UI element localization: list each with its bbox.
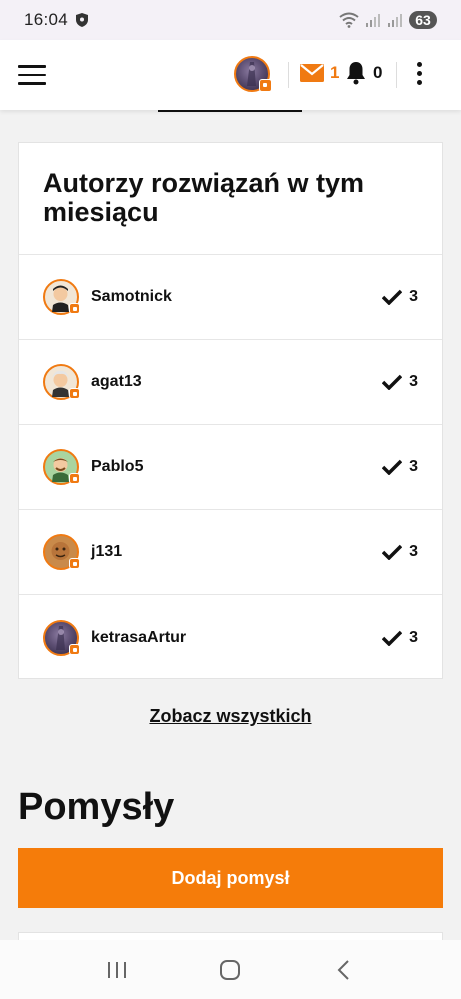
solution-count-value: 3 — [409, 628, 418, 646]
notifications-button[interactable]: 0 — [346, 61, 382, 85]
see-all-link[interactable]: Zobacz wszystkich — [0, 706, 461, 727]
author-row[interactable]: j131 3 — [19, 510, 442, 595]
checkmark-icon — [382, 630, 403, 646]
status-bar: 16:04 63 — [0, 0, 461, 40]
menu-icon[interactable] — [18, 65, 46, 85]
author-name: agat13 — [91, 373, 142, 390]
author-avatar — [43, 534, 80, 570]
rank-badge-icon — [69, 303, 80, 314]
wifi-icon — [339, 12, 359, 28]
card-title: Autorzy rozwiązań w tym miesiącu — [19, 143, 442, 255]
status-time: 16:04 — [24, 10, 69, 29]
home-icon[interactable] — [210, 955, 250, 985]
recent-apps-icon[interactable] — [97, 955, 137, 985]
rank-badge-icon — [69, 558, 80, 569]
solution-count: 3 — [382, 629, 418, 647]
checkmark-icon — [382, 544, 403, 560]
solution-count: 3 — [382, 458, 418, 476]
solution-count-value: 3 — [409, 288, 418, 305]
rank-badge-icon — [259, 79, 272, 92]
author-avatar — [43, 364, 80, 400]
mail-count: 1 — [330, 63, 340, 82]
solution-count-value: 3 — [409, 373, 418, 390]
more-options-icon[interactable] — [414, 62, 424, 88]
messages-button[interactable]: 1 — [300, 63, 339, 83]
signal-icon-2 — [388, 14, 402, 27]
shield-icon — [76, 13, 89, 27]
notification-count: 0 — [373, 63, 383, 82]
user-avatar[interactable] — [234, 56, 272, 92]
author-row[interactable]: agat13 3 — [19, 340, 442, 425]
author-row[interactable]: Pablo5 3 — [19, 425, 442, 510]
divider — [288, 62, 289, 88]
author-name: ketrasaArtur — [91, 628, 187, 646]
solution-count: 3 — [382, 373, 418, 391]
author-row[interactable]: Samotnick 3 — [19, 255, 442, 340]
battery-indicator: 63 — [409, 11, 437, 29]
checkmark-icon — [382, 374, 403, 390]
author-avatar — [43, 619, 80, 656]
checkmark-icon — [382, 459, 403, 475]
author-name: j131 — [91, 543, 123, 560]
solution-count: 3 — [382, 288, 418, 306]
back-icon[interactable] — [324, 955, 364, 985]
author-avatar — [43, 279, 80, 315]
checkmark-icon — [382, 289, 403, 305]
app-header: 1 0 — [0, 40, 461, 110]
ideas-title: Pomysły — [18, 786, 175, 828]
bell-icon — [347, 62, 365, 85]
system-navigation-bar — [0, 940, 461, 999]
solution-count: 3 — [382, 543, 418, 561]
mail-icon — [300, 64, 324, 82]
author-name: Pablo5 — [91, 458, 144, 475]
rank-badge-icon — [69, 473, 80, 484]
author-name: Samotnick — [91, 288, 172, 305]
divider — [396, 62, 397, 88]
solution-count-value: 3 — [409, 458, 418, 475]
solution-count-value: 3 — [409, 543, 418, 560]
rank-badge-icon — [69, 388, 80, 399]
rank-badge-icon — [69, 643, 80, 655]
author-avatar — [43, 449, 80, 485]
author-row[interactable]: ketrasaArtur 3 — [19, 595, 442, 680]
add-idea-button[interactable]: Dodaj pomysł — [18, 848, 443, 908]
solution-authors-card: Autorzy rozwiązań w tym miesiącu Samotni… — [18, 142, 443, 679]
signal-icon — [366, 14, 380, 27]
